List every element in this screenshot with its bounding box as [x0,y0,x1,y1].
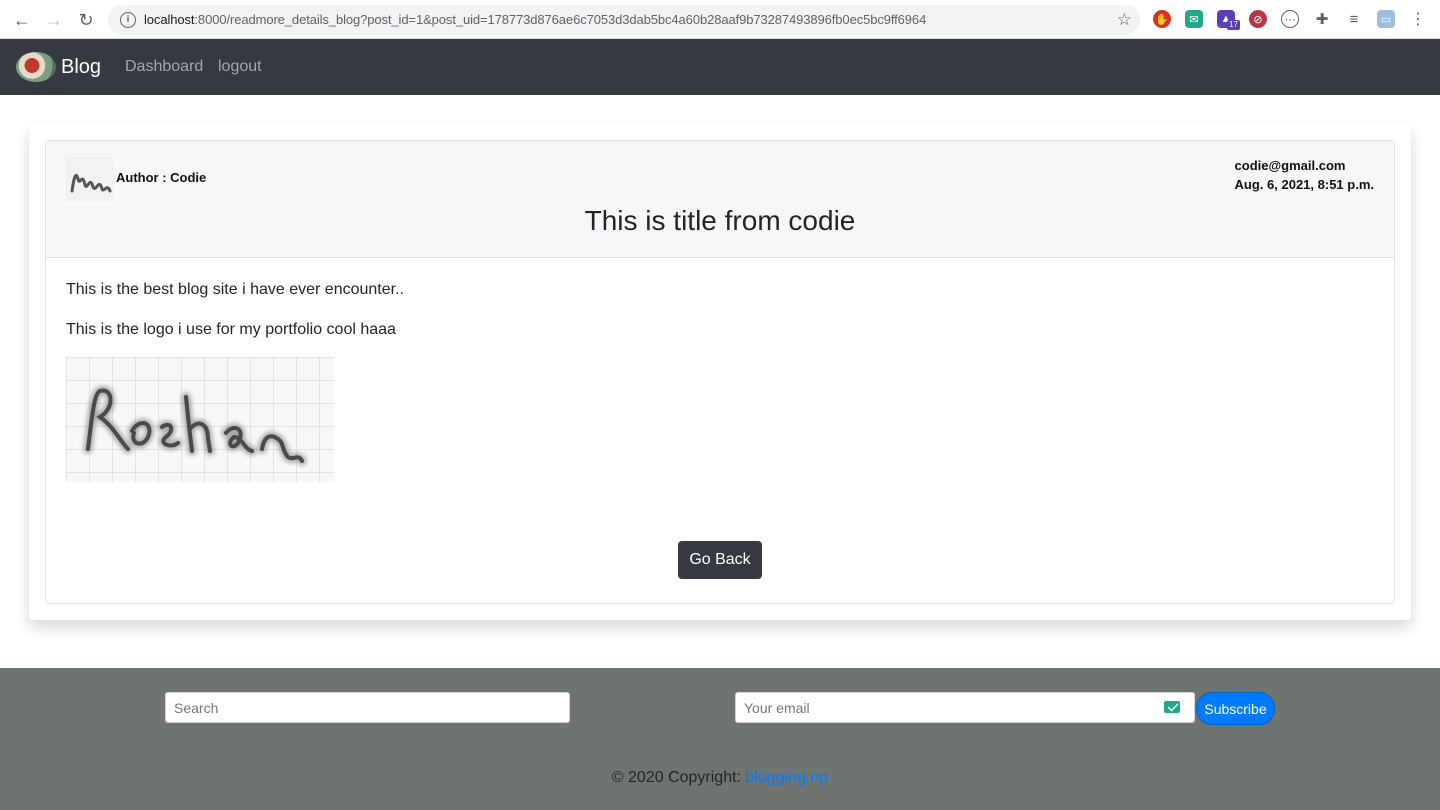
subscribe-button[interactable]: Subscribe [1196,692,1275,725]
post-card: Author : Codie codie@gmail.com Aug. 6, 2… [45,140,1395,604]
post-header: Author : Codie codie@gmail.com Aug. 6, 2… [46,141,1394,258]
brand-name[interactable]: Blog [61,56,101,79]
code-extension-icon[interactable]: ⋯ [1281,10,1299,28]
chrome-menu-icon[interactable]: ⋮ [1409,10,1427,28]
post-paragraph: This is the best blog site i have ever e… [66,281,404,298]
signature-logo-image [66,357,334,482]
site-footer: Subscribe © 2020 Copyright: blogging.np [0,668,1440,810]
browser-toolbar: ← → ↻ i localhost:8000/readmore_details_… [0,0,1440,39]
cap-extension-icon[interactable]: ▲ 17 [1217,10,1240,30]
screenshot-extension-icon[interactable]: ▭ [1377,10,1395,28]
extension-badge: 17 [1227,20,1240,30]
url-path: :8000/readmore_details_blog?post_id=1&po… [194,12,927,27]
media-queue-icon[interactable]: ≡ [1345,10,1363,28]
email-icon [1164,701,1180,713]
site-navbar: Blog Dashboard logout [0,39,1440,95]
copyright-prefix: © 2020 Copyright: [611,769,746,786]
post-date: Aug. 6, 2021, 8:51 p.m. [1234,177,1374,192]
author-avatar [66,157,114,201]
adblock-extension-icon[interactable]: ✋ [1153,10,1171,28]
post-title: This is title from codie [584,205,856,236]
url-host: localhost [144,12,195,27]
blocker-extension-icon[interactable]: ⊘ [1249,10,1267,28]
brand-logo[interactable] [16,52,56,82]
author-label: Author : Codie [116,170,207,185]
post-paragraph: This is the logo i use for my portfolio … [66,321,396,338]
mail-extension-icon[interactable]: ✉ [1185,10,1203,28]
copyright-link[interactable]: blogging.np [745,769,828,786]
site-info-icon[interactable]: i [120,12,136,28]
forward-arrow-icon[interactable]: → [42,8,66,32]
search-input[interactable] [165,692,570,723]
back-arrow-icon[interactable]: ← [10,8,34,32]
author-email: codie@gmail.com [1234,158,1346,173]
bookmark-star-icon[interactable]: ☆ [1117,10,1132,30]
nav-link-logout[interactable]: logout [218,58,262,76]
nav-link-dashboard[interactable]: Dashboard [125,58,203,76]
email-field[interactable] [735,692,1195,723]
url-text[interactable]: localhost:8000/readmore_details_blog?pos… [144,12,926,27]
copyright-text: © 2020 Copyright: blogging.np [0,769,1440,787]
post-meta: codie@gmail.com Aug. 6, 2021, 8:51 p.m. [1235,156,1374,194]
puzzle-extensions-icon[interactable]: ✚ [1313,10,1331,28]
reload-icon[interactable]: ↻ [74,8,98,32]
address-bar[interactable]: i localhost:8000/readmore_details_blog?p… [108,5,1140,35]
go-back-button[interactable]: Go Back [678,541,762,579]
